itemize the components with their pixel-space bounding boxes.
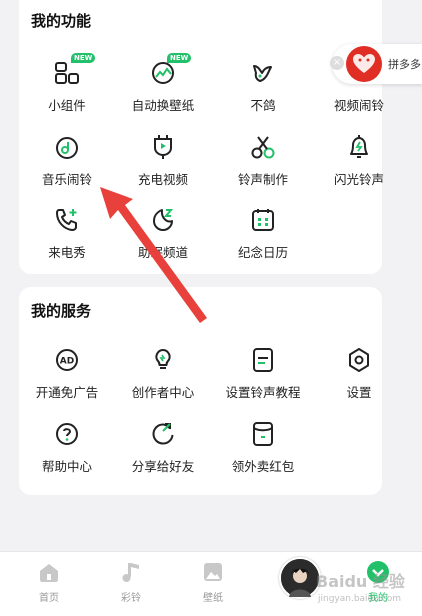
function-widget[interactable]: NEW 小组件 xyxy=(19,53,115,114)
service-settings[interactable]: 设置 xyxy=(311,346,407,401)
function-flash-ringtone[interactable]: 闪光铃声 xyxy=(311,133,407,188)
auto-wallpaper-icon xyxy=(152,62,174,84)
new-badge: NEW xyxy=(71,53,96,63)
ad-free-icon: AD xyxy=(56,349,78,371)
widget-icon xyxy=(55,62,79,84)
service-creator-center[interactable]: 创作者中心 xyxy=(115,346,211,401)
function-sleep-channel[interactable]: 助眠频道 xyxy=(115,206,211,261)
function-label: 来电秀 xyxy=(48,245,86,260)
service-help-center[interactable]: 帮助中心 xyxy=(19,420,115,475)
function-label: 助眠频道 xyxy=(137,245,188,260)
home-icon xyxy=(40,564,58,582)
function-label: 小组件 xyxy=(48,98,86,113)
help-icon xyxy=(56,423,78,445)
function-pigeon[interactable]: 不鸽 xyxy=(215,59,311,114)
my-services-card: 我的服务 AD 开通免广告 创作者中心 设置铃声教程 设置 帮助中心 分享给好友… xyxy=(19,287,382,495)
function-label: 音乐闹铃 xyxy=(41,172,92,187)
service-red-packet[interactable]: 领外卖红包 xyxy=(215,420,311,475)
baidu-watermark-url: jingyan.baidu.com xyxy=(318,594,402,604)
charging-video-icon xyxy=(154,135,172,159)
settings-icon xyxy=(349,348,369,372)
service-label: 开通免广告 xyxy=(35,385,99,400)
my-functions-title: 我的功能 xyxy=(31,12,92,30)
function-label: 铃声制作 xyxy=(237,172,288,187)
creator-center-icon xyxy=(155,349,171,369)
service-ad-free[interactable]: AD 开通免广告 xyxy=(19,346,115,401)
red-packet-icon xyxy=(253,422,273,446)
function-call-show[interactable]: 来电秀 xyxy=(19,206,115,261)
service-label: 帮助中心 xyxy=(41,459,92,474)
sleep-channel-icon xyxy=(153,209,174,231)
function-label: 闪光铃声 xyxy=(333,172,384,187)
service-label: 设置铃声教程 xyxy=(225,385,301,400)
nav-wallpaper[interactable]: 壁纸 xyxy=(183,560,243,604)
function-charging-video[interactable]: 充电视频 xyxy=(115,133,211,188)
share-icon xyxy=(152,423,174,445)
new-badge: NEW xyxy=(167,53,192,63)
avatar[interactable] xyxy=(279,557,321,599)
function-anniversary-calendar[interactable]: 纪念日历 xyxy=(215,206,311,261)
baidu-watermark: Baidu 经验 xyxy=(316,572,405,591)
pinduoduo-text: 拼多多 xyxy=(388,58,421,71)
nav-label: 壁纸 xyxy=(203,593,223,604)
service-label: 领外卖红包 xyxy=(231,459,295,474)
service-label: 分享给好友 xyxy=(131,459,195,474)
service-ringtone-tutorial[interactable]: 设置铃声教程 xyxy=(215,346,311,401)
function-label: 自动换壁纸 xyxy=(131,98,195,113)
service-label: 创作者中心 xyxy=(131,385,195,400)
nav-ringback[interactable]: 彩铃 xyxy=(101,560,161,604)
nav-home[interactable]: 首页 xyxy=(19,560,79,604)
anniversary-calendar-icon xyxy=(252,209,274,231)
function-label: 不鸽 xyxy=(250,98,276,113)
pigeon-icon xyxy=(253,65,272,82)
wallpaper-icon xyxy=(204,563,222,581)
call-show-icon xyxy=(56,209,77,231)
function-ringtone-maker[interactable]: 铃声制作 xyxy=(215,133,311,188)
function-label: 充电视频 xyxy=(137,172,188,187)
music-alarm-icon xyxy=(56,137,78,159)
svg-text:AD: AD xyxy=(60,357,74,367)
ringtone-tutorial-icon xyxy=(253,348,273,372)
service-label: 设置 xyxy=(346,385,372,400)
nav-label: 首页 xyxy=(39,593,59,604)
nav-label: 彩铃 xyxy=(121,593,141,604)
my-services-title: 我的服务 xyxy=(31,302,92,320)
pinduoduo-logo xyxy=(346,46,382,82)
function-label: 纪念日历 xyxy=(237,245,288,260)
function-auto-wallpaper[interactable]: NEW 自动换壁纸 xyxy=(115,53,211,114)
music-note-icon xyxy=(122,563,139,582)
ringtone-maker-icon xyxy=(251,136,275,159)
function-label: 视频闹铃 xyxy=(333,98,384,113)
close-icon[interactable]: × xyxy=(330,56,344,70)
pinduoduo-float-ad[interactable]: × 拼多多 xyxy=(330,44,422,84)
function-music-alarm[interactable]: 音乐闹铃 xyxy=(19,133,115,188)
my-functions-card: 我的功能 NEW 小组件 NEW 自动换壁纸 不鸽 视频闹铃 音乐闹铃 充电视频… xyxy=(19,0,384,274)
flash-ringtone-icon xyxy=(350,135,368,158)
service-share[interactable]: 分享给好友 xyxy=(115,420,211,475)
